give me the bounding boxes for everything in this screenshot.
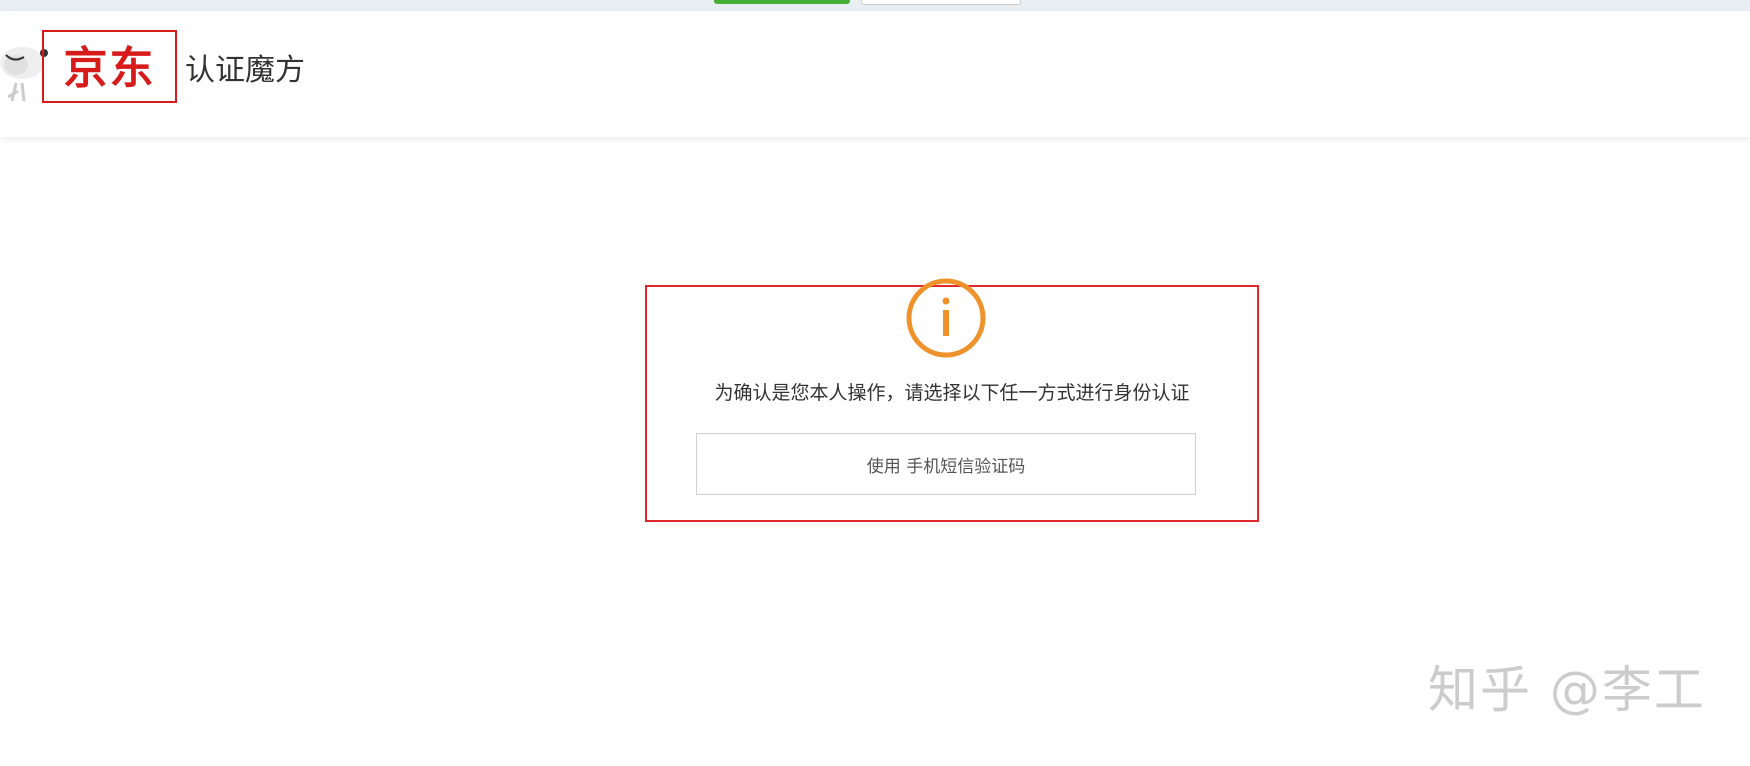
page-title: 认证魔方 [185,53,305,88]
sms-verification-button-label: 使用 手机短信验证码 [866,456,1026,477]
page-header: 京东 认证魔方 [0,11,1750,137]
top-green-button[interactable] [714,0,850,4]
verification-message: 为确认是您本人操作，请选择以下任一方式进行身份认证 [714,382,1190,404]
top-toolbar-strip [0,0,1750,11]
top-gray-button[interactable] [861,0,1021,5]
sms-verification-button[interactable]: 使用 手机短信验证码 [696,433,1196,495]
jd-logo-text: 京东 [63,42,156,94]
verification-card: 为确认是您本人操作，请选择以下任一方式进行身份认证 使用 手机短信验证码 [645,278,1259,522]
jd-logo[interactable]: 京东 [42,30,177,103]
info-icon [906,278,986,358]
watermark: 知乎 @李工 [1428,661,1706,719]
